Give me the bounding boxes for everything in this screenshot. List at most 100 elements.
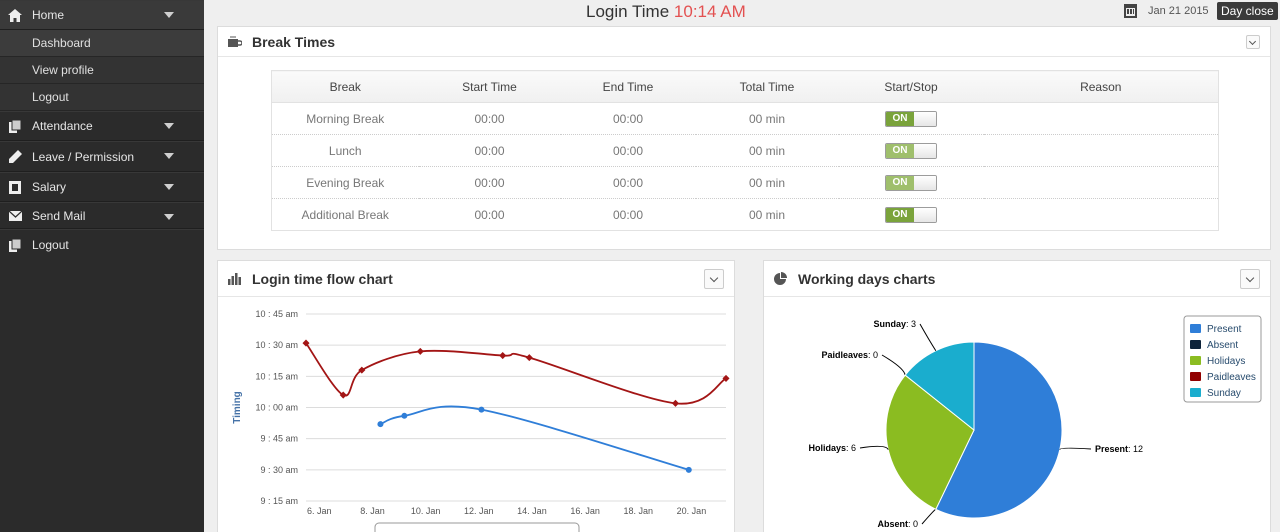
start-stop-toggle[interactable]: ON <box>885 206 937 223</box>
x-tick-label: 10. Jan <box>411 506 441 516</box>
login-time-chart-panel: Login time flow chart 9 : 15 am 9 : 30 am… <box>217 260 735 532</box>
x-tick-label: 8. Jan <box>360 506 385 516</box>
break-times-table: Break Start Time End Time Total Time Sta… <box>271 70 1219 231</box>
header: Login Time 10:14 AM Jan 21 2015 Day clos… <box>204 0 1280 24</box>
series-line-0 <box>305 342 727 405</box>
legend-swatch <box>1190 356 1201 365</box>
sub-item-view-profile[interactable]: View profile <box>0 57 204 84</box>
logout-icon <box>8 238 22 252</box>
login-time-chart-title: Login time flow chart <box>252 270 393 287</box>
pie-chart-icon <box>774 272 790 286</box>
start-stop-toggle[interactable]: ON <box>885 110 937 127</box>
sub-item-dashboard[interactable]: Dashboard <box>0 30 204 57</box>
data-point <box>416 347 424 355</box>
break-name: Morning Break <box>271 102 419 135</box>
x-tick-label: 6. Jan <box>307 506 332 516</box>
table-row: Morning Break 00:00 00:00 00 min ON <box>271 102 1219 135</box>
nav-home-label: Home <box>32 8 65 22</box>
toggle-on-label: ON <box>886 111 914 126</box>
data-point <box>685 466 692 473</box>
nav-logout[interactable]: Logout <box>0 229 204 260</box>
salary-icon <box>8 180 22 194</box>
pencil-icon <box>8 150 22 164</box>
login-time-line-chart: 9 : 15 am 9 : 30 am 9 : 45 am 10 : 00 am 10 … <box>232 309 730 532</box>
y-tick-label: 10 : 30 am <box>255 340 298 350</box>
collapse-toggle-icon[interactable] <box>1240 269 1260 289</box>
data-point <box>401 412 408 419</box>
start-stop-toggle[interactable]: ON <box>885 142 937 159</box>
working-days-chart-panel: Working days charts Present: 12 Absent: 0… <box>763 260 1271 532</box>
reason <box>983 134 1219 167</box>
start-time: 00:00 <box>418 134 561 167</box>
working-days-pie-chart: Present: 12 Absent: 0 Holidays: 6 Paidleave… <box>808 315 1262 529</box>
pie-connector <box>1059 447 1092 451</box>
collapse-toggle-icon[interactable] <box>704 269 724 289</box>
table-row: Additional Break 00:00 00:00 00 min ON <box>271 198 1219 231</box>
collapse-toggle-icon[interactable] <box>1246 35 1260 49</box>
mail-icon <box>8 209 22 223</box>
total-time: 00 min <box>695 166 839 199</box>
data-point <box>671 399 680 407</box>
reason <box>983 102 1219 135</box>
nav-leave-label: Leave / Permission <box>32 149 135 164</box>
legend-box <box>374 522 580 532</box>
start-stop-toggle[interactable]: ON <box>885 174 937 191</box>
x-tick-label: 20. Jan <box>677 506 707 516</box>
x-tick-label: 14. Jan <box>517 506 547 516</box>
break-name: Additional Break <box>271 198 419 231</box>
nav-salary[interactable]: Salary <box>0 172 204 202</box>
table-header-row: Break Start Time End Time Total Time Sta… <box>271 70 1219 103</box>
col-start-time: Start Time <box>418 70 561 103</box>
chevron-down-icon[interactable] <box>164 184 174 190</box>
x-tick-label: 18. Jan <box>624 506 654 516</box>
y-tick-label: 10 : 00 am <box>255 403 298 413</box>
y-tick-label: 10 : 15 am <box>255 371 298 381</box>
total-time: 00 min <box>695 102 839 135</box>
data-point <box>377 421 384 428</box>
legend-swatch <box>1190 340 1201 349</box>
y-tick-label: 9 : 30 am <box>260 465 298 475</box>
toggle-on-label: ON <box>886 207 914 222</box>
pie-connector <box>921 508 937 525</box>
current-date: Jan 21 2015 <box>1148 5 1209 17</box>
legend-item: Holidays <box>1207 356 1245 367</box>
total-time: 00 min <box>695 198 839 231</box>
legend-swatch <box>1190 372 1201 381</box>
chevron-down-icon[interactable] <box>164 12 174 18</box>
col-reason: Reason <box>983 70 1219 103</box>
login-time-label: Login Time <box>586 2 670 21</box>
working-days-chart-title: Working days charts <box>798 270 936 287</box>
break-times-title: Break Times <box>252 33 336 50</box>
pie-data-label: Present: 12 <box>1095 444 1143 454</box>
nav-send-mail[interactable]: Send Mail <box>0 202 204 229</box>
data-point <box>478 406 485 413</box>
sub-item-logout[interactable]: Logout <box>0 84 204 111</box>
y-axis-label: Timing <box>232 391 243 424</box>
legend-swatch <box>1190 388 1201 397</box>
break-times-header: Break Times <box>218 27 1270 57</box>
data-point <box>525 354 533 362</box>
day-close-button[interactable]: Day close <box>1217 2 1278 20</box>
legend-item: Present <box>1207 324 1242 335</box>
y-tick-label: 9 : 15 am <box>260 496 298 506</box>
chevron-down-icon[interactable] <box>164 153 174 159</box>
chevron-down-icon[interactable] <box>164 214 174 220</box>
data-point <box>499 352 507 360</box>
bar-chart-icon <box>228 272 244 286</box>
nav-home[interactable]: Home <box>0 0 204 30</box>
col-break: Break <box>271 70 419 103</box>
y-tick-label: 9 : 45 am <box>260 434 298 444</box>
toggle-on-label: ON <box>886 175 914 190</box>
x-tick-label: 12. Jan <box>464 506 494 516</box>
nav-attendance-label: Attendance <box>32 119 93 133</box>
chevron-down-icon[interactable] <box>164 123 174 129</box>
nav-send-mail-label: Send Mail <box>32 208 86 223</box>
nav-attendance[interactable]: Attendance <box>0 111 204 141</box>
coffee-cup-icon <box>228 35 244 49</box>
end-time: 00:00 <box>560 198 696 231</box>
legend-item: Absent <box>1207 340 1238 351</box>
col-end-time: End Time <box>560 70 696 103</box>
start-time: 00:00 <box>418 166 561 199</box>
col-start-stop: Start/Stop <box>838 70 984 103</box>
nav-leave-permission[interactable]: Leave / Permission <box>0 141 204 172</box>
